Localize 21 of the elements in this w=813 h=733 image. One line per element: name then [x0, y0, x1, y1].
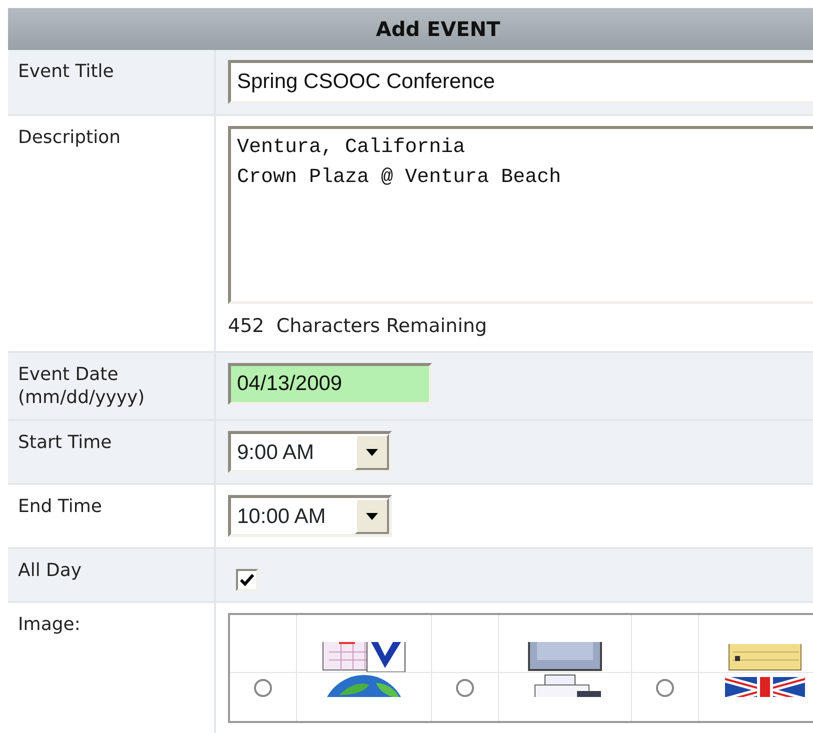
characters-remaining-text: 452 Characters Remaining: [228, 314, 488, 339]
form-title: Add EVENT: [8, 8, 813, 50]
field-label: Start Time: [8, 420, 215, 484]
field-label: Image:: [8, 602, 215, 733]
checkmark-icon: [240, 574, 254, 586]
title-input-field[interactable]: Spring CSOOC Conference: [228, 60, 813, 104]
image-radio-button[interactable]: [456, 678, 474, 697]
all-day-checkbox[interactable]: [236, 569, 258, 592]
field-label: All Day: [8, 548, 215, 602]
caret-icon: [366, 448, 378, 456]
field-label: Event Date (mm/dd/yyyy): [8, 352, 215, 420]
image-radio-button[interactable]: [656, 678, 674, 697]
time-dropdown[interactable]: 10:00 AM: [228, 495, 392, 538]
field-label: Event Title: [8, 50, 215, 115]
time-dropdown[interactable]: 9:00 AM: [228, 431, 392, 474]
caret-icon: [366, 512, 378, 520]
date-input-field[interactable]: 04/13/2009: [228, 362, 432, 404]
field-label: End Time: [8, 484, 215, 548]
field-label: Description: [8, 115, 215, 352]
image-radio-button[interactable]: [254, 678, 272, 697]
description-text-area[interactable]: Ventura, California Crown Plaza @ Ventura Beach: [228, 126, 813, 304]
